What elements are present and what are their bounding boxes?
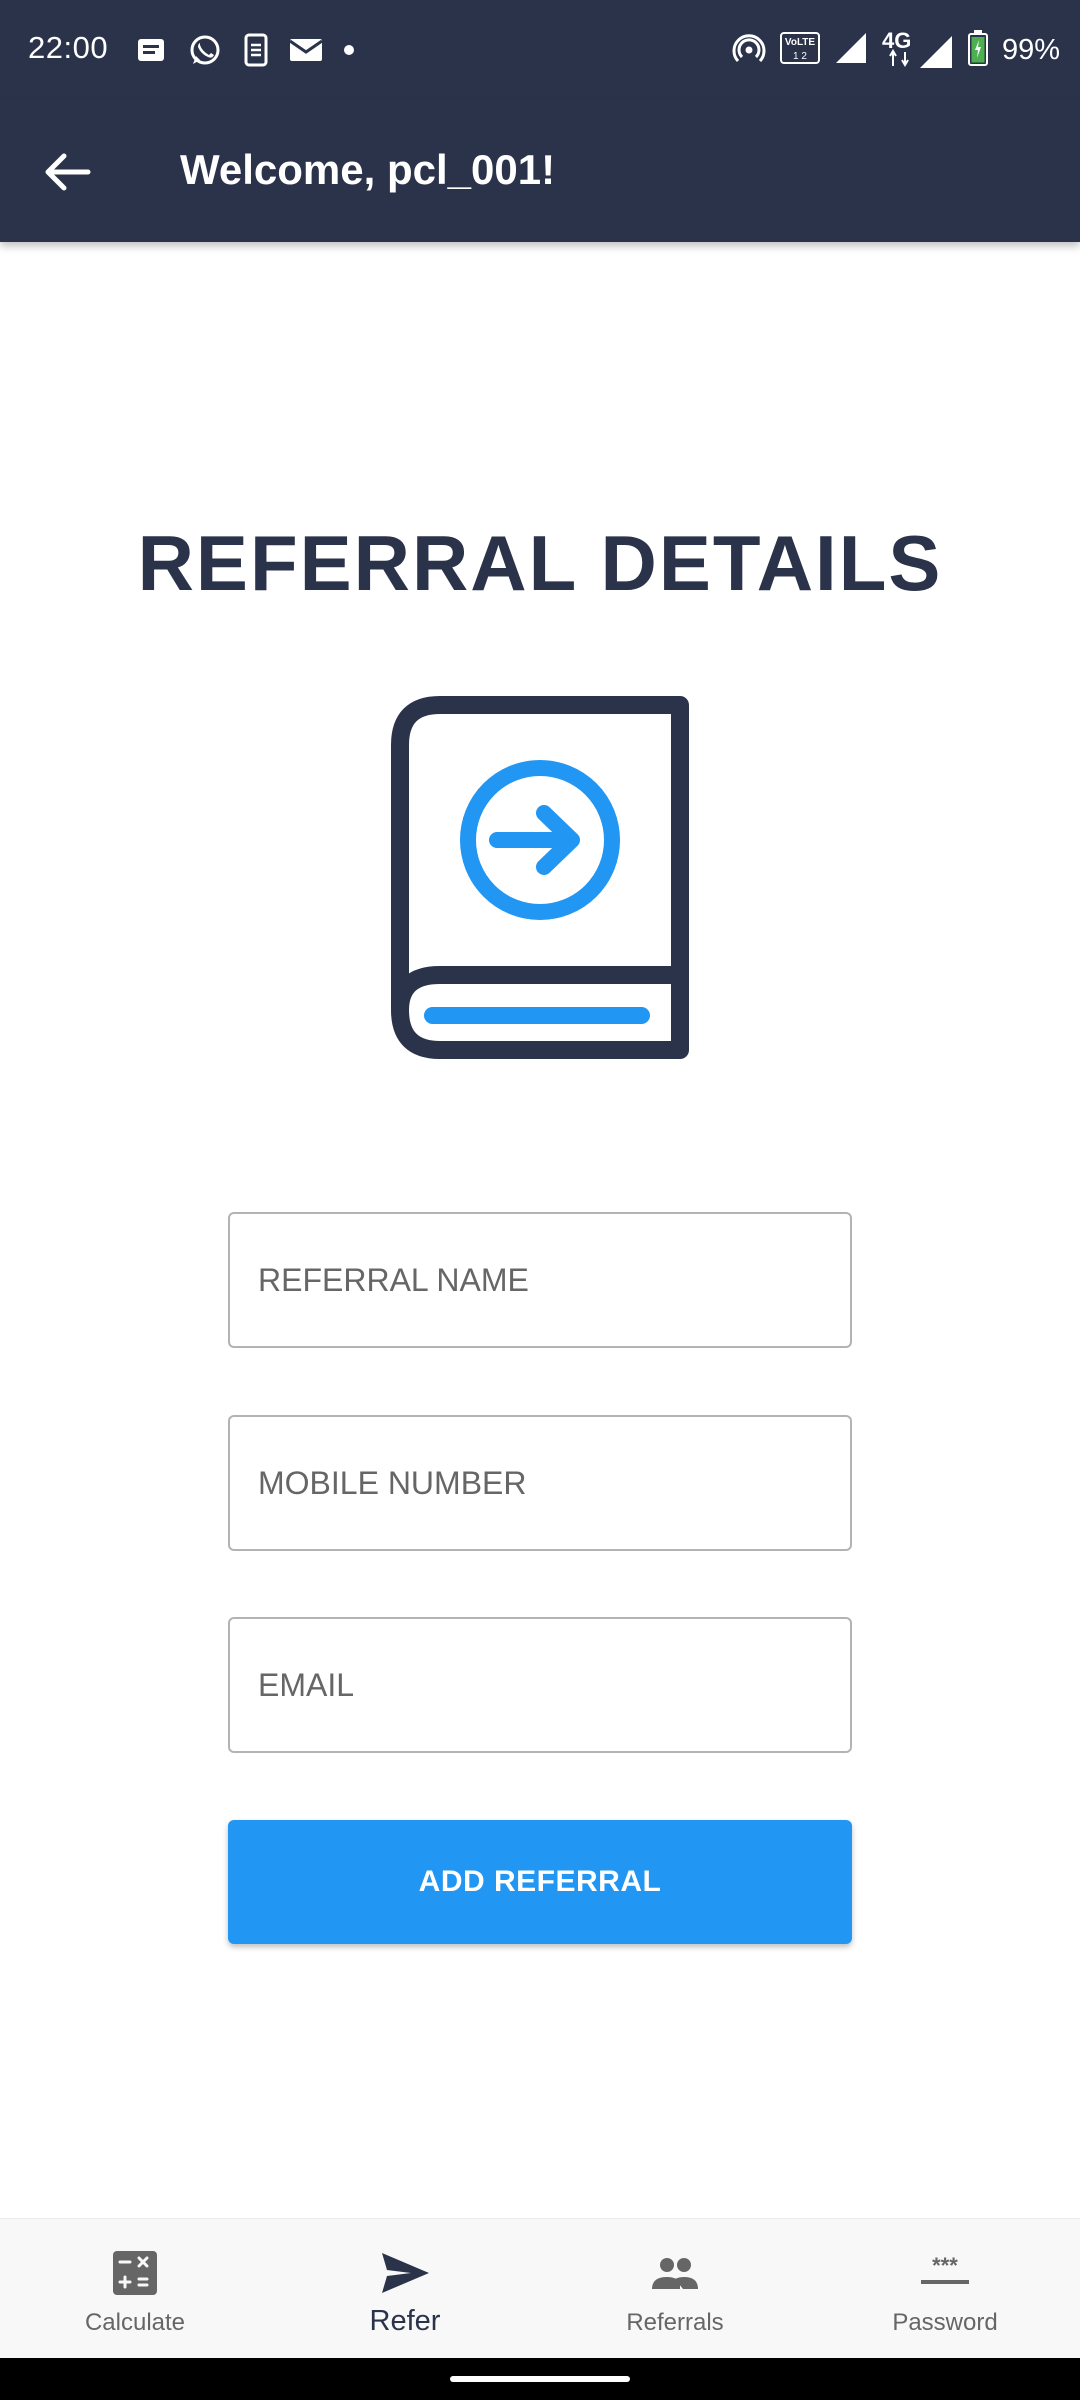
svg-text:***: *** bbox=[932, 2253, 958, 2278]
back-button[interactable] bbox=[36, 140, 100, 204]
people-icon bbox=[652, 2258, 698, 2289]
message-icon bbox=[135, 34, 167, 71]
mobile-number-input[interactable] bbox=[230, 1417, 850, 1549]
nav-label-refer: Refer bbox=[369, 2305, 441, 2337]
add-referral-button[interactable]: ADD REFERRAL bbox=[228, 1820, 852, 1944]
referral-name-field[interactable] bbox=[228, 1212, 852, 1348]
nav-label-calculate: Calculate bbox=[84, 2309, 186, 2336]
volte-label: VoLTE bbox=[785, 37, 816, 48]
gesture-bar bbox=[0, 2358, 1080, 2400]
nav-item-password[interactable]: *** Password bbox=[810, 2219, 1080, 2359]
whatsapp-icon bbox=[187, 32, 223, 73]
nav-item-calculate[interactable]: Calculate bbox=[0, 2219, 270, 2359]
send-icon bbox=[382, 2253, 429, 2293]
network-type-label: 4G bbox=[881, 28, 912, 53]
sim-toolkit-icon bbox=[243, 33, 269, 72]
calculator-icon bbox=[113, 2251, 157, 2295]
svg-text:1 2: 1 2 bbox=[793, 51, 807, 62]
signal-icon bbox=[834, 31, 868, 70]
bottom-navigation: Calculate Refer Referrals *** Password bbox=[0, 2218, 1080, 2359]
referral-name-input[interactable] bbox=[230, 1214, 850, 1346]
system-icons: VoLTE 1 2 4G 99% bbox=[732, 28, 1060, 72]
password-icon: *** bbox=[921, 2253, 969, 2284]
book-arrow-icon bbox=[390, 695, 690, 1060]
hotspot-icon bbox=[732, 31, 766, 70]
app-title: Welcome, pcl_001! bbox=[180, 146, 556, 193]
status-bar: 22:00 VoLTE 1 2 4G 99% bbox=[0, 0, 1080, 100]
status-time: 22:00 bbox=[28, 30, 109, 65]
arrow-left-icon bbox=[45, 153, 91, 191]
battery-icon bbox=[967, 29, 988, 71]
battery-percent: 99% bbox=[1001, 33, 1060, 66]
app-bar: Welcome, pcl_001! bbox=[0, 100, 1080, 242]
mobile-number-field[interactable] bbox=[228, 1415, 852, 1551]
nav-item-refer[interactable]: Refer bbox=[270, 2219, 540, 2359]
nav-label-password: Password bbox=[892, 2309, 998, 2336]
volte-icon: VoLTE 1 2 bbox=[779, 31, 820, 69]
email-field[interactable] bbox=[228, 1617, 852, 1753]
page-heading: REFERRAL DETAILS bbox=[137, 519, 943, 607]
nav-item-referrals[interactable]: Referrals bbox=[540, 2219, 810, 2359]
home-gesture-handle[interactable] bbox=[450, 2376, 630, 2382]
mail-icon bbox=[289, 36, 323, 69]
email-input[interactable] bbox=[230, 1619, 850, 1751]
dot-icon bbox=[343, 43, 355, 61]
signal-4g-icon: 4G bbox=[881, 28, 954, 70]
notification-icons bbox=[135, 32, 355, 72]
nav-label-referrals: Referrals bbox=[626, 2309, 724, 2336]
